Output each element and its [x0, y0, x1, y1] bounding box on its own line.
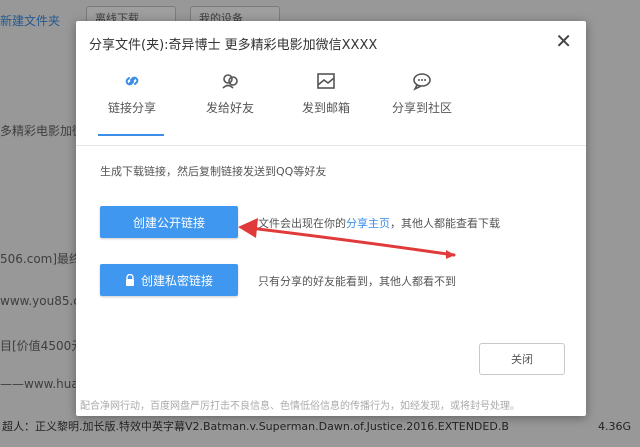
tab-link-share[interactable]: 链接分享 [84, 71, 180, 116]
public-desc-suffix: ，其他人都能查看下载 [390, 217, 500, 230]
tab-send-friends[interactable]: 发给好友 [182, 71, 278, 116]
tab-share-community[interactable]: 分享到社区 [374, 71, 470, 116]
tab-send-email[interactable]: 发到邮箱 [278, 71, 374, 116]
create-public-link-label: 创建公开链接 [132, 215, 205, 230]
public-link-description: 文件会出现在你的分享主页，其他人都能查看下载 [258, 215, 500, 231]
private-link-description: 只有分享的好友能看到，其他人都看不到 [258, 275, 456, 288]
create-private-link-button[interactable]: 创建私密链接 [100, 264, 238, 296]
footer-notice: 配合净网行动，百度网盘严厉打击不良信息、色情低俗信息的传播行为，如经发现，或将封… [80, 401, 520, 412]
tab-send-friends-label: 发给好友 [205, 101, 254, 115]
share-hint: 生成下载链接，然后复制链接发送到QQ等好友 [100, 165, 327, 178]
share-dialog: 分享文件(夹):奇异博士 更多精彩电影加微信XXXX ✕ 链接分享 发给好友 发… [76, 21, 586, 416]
bottom-file-name: 超人：正义黎明.加长版.特效中英字幕V2.Batman.v.Superman.D… [2, 420, 509, 433]
dialog-title: 分享文件(夹):奇异博士 更多精彩电影加微信XXXX [89, 38, 378, 53]
bottom-file-size: 4.36G [598, 420, 632, 433]
close-button-label: 关闭 [511, 353, 533, 366]
tabs-divider [76, 145, 586, 146]
share-tabs: 链接分享 发给好友 发到邮箱 分享到社区 [76, 71, 586, 146]
share-homepage-link[interactable]: 分享主页 [346, 217, 390, 230]
create-private-link-label: 创建私密链接 [140, 273, 213, 288]
close-icon[interactable]: ✕ [555, 31, 572, 51]
link-icon [125, 76, 139, 86]
public-desc-prefix: 文件会出现在你的 [258, 217, 346, 230]
create-public-link-button[interactable]: 创建公开链接 [100, 206, 238, 238]
community-icon [413, 73, 431, 91]
tab-send-email-label: 发到邮箱 [301, 101, 350, 115]
file-row-bottom: 超人：正义黎明.加长版.特效中英字幕V2.Batman.v.Superman.D… [0, 416, 640, 447]
friends-icon [222, 74, 238, 89]
close-button[interactable]: 关闭 [479, 343, 565, 375]
mail-icon [317, 73, 335, 89]
tab-share-community-label: 分享到社区 [391, 101, 452, 115]
active-tab-indicator [98, 134, 164, 136]
tab-link-share-label: 链接分享 [107, 101, 156, 115]
lock-icon [125, 274, 134, 286]
